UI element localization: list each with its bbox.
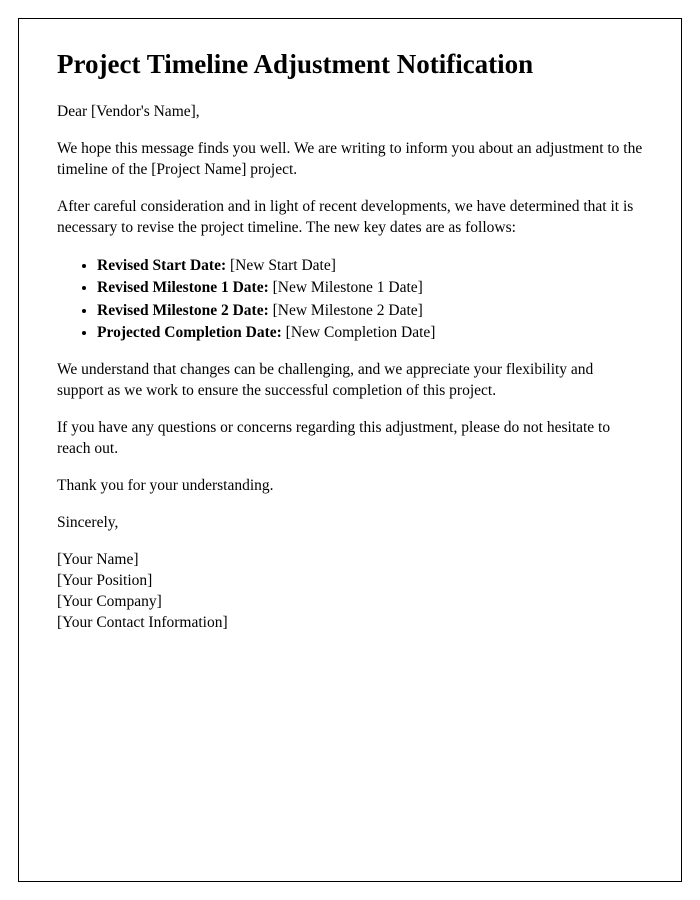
date-label: Revised Start Date: bbox=[97, 257, 226, 274]
dates-list: Revised Start Date: [New Start Date] Rev… bbox=[97, 255, 643, 345]
date-label: Revised Milestone 2 Date: bbox=[97, 302, 269, 319]
document-title: Project Timeline Adjustment Notification bbox=[57, 49, 643, 80]
closing: Sincerely, bbox=[57, 513, 643, 534]
appreciation-paragraph: We understand that changes can be challe… bbox=[57, 360, 643, 402]
context-paragraph: After careful consideration and in light… bbox=[57, 197, 643, 239]
list-item: Revised Start Date: [New Start Date] bbox=[97, 255, 643, 277]
contact-paragraph: If you have any questions or concerns re… bbox=[57, 418, 643, 460]
date-value: [New Milestone 2 Date] bbox=[269, 302, 423, 319]
list-item: Projected Completion Date: [New Completi… bbox=[97, 322, 643, 344]
salutation: Dear [Vendor's Name], bbox=[57, 102, 643, 123]
list-item: Revised Milestone 2 Date: [New Milestone… bbox=[97, 300, 643, 322]
date-value: [New Completion Date] bbox=[282, 324, 436, 341]
intro-paragraph: We hope this message finds you well. We … bbox=[57, 139, 643, 181]
document-frame: Project Timeline Adjustment Notification… bbox=[18, 18, 682, 882]
thanks-paragraph: Thank you for your understanding. bbox=[57, 476, 643, 497]
signature-position: [Your Position] bbox=[57, 571, 643, 592]
signature-block: [Your Name] [Your Position] [Your Compan… bbox=[57, 550, 643, 634]
date-label: Projected Completion Date: bbox=[97, 324, 282, 341]
list-item: Revised Milestone 1 Date: [New Milestone… bbox=[97, 277, 643, 299]
signature-name: [Your Name] bbox=[57, 550, 643, 571]
date-label: Revised Milestone 1 Date: bbox=[97, 279, 269, 296]
date-value: [New Start Date] bbox=[226, 257, 336, 274]
date-value: [New Milestone 1 Date] bbox=[269, 279, 423, 296]
signature-company: [Your Company] bbox=[57, 592, 643, 613]
signature-contact: [Your Contact Information] bbox=[57, 613, 643, 634]
